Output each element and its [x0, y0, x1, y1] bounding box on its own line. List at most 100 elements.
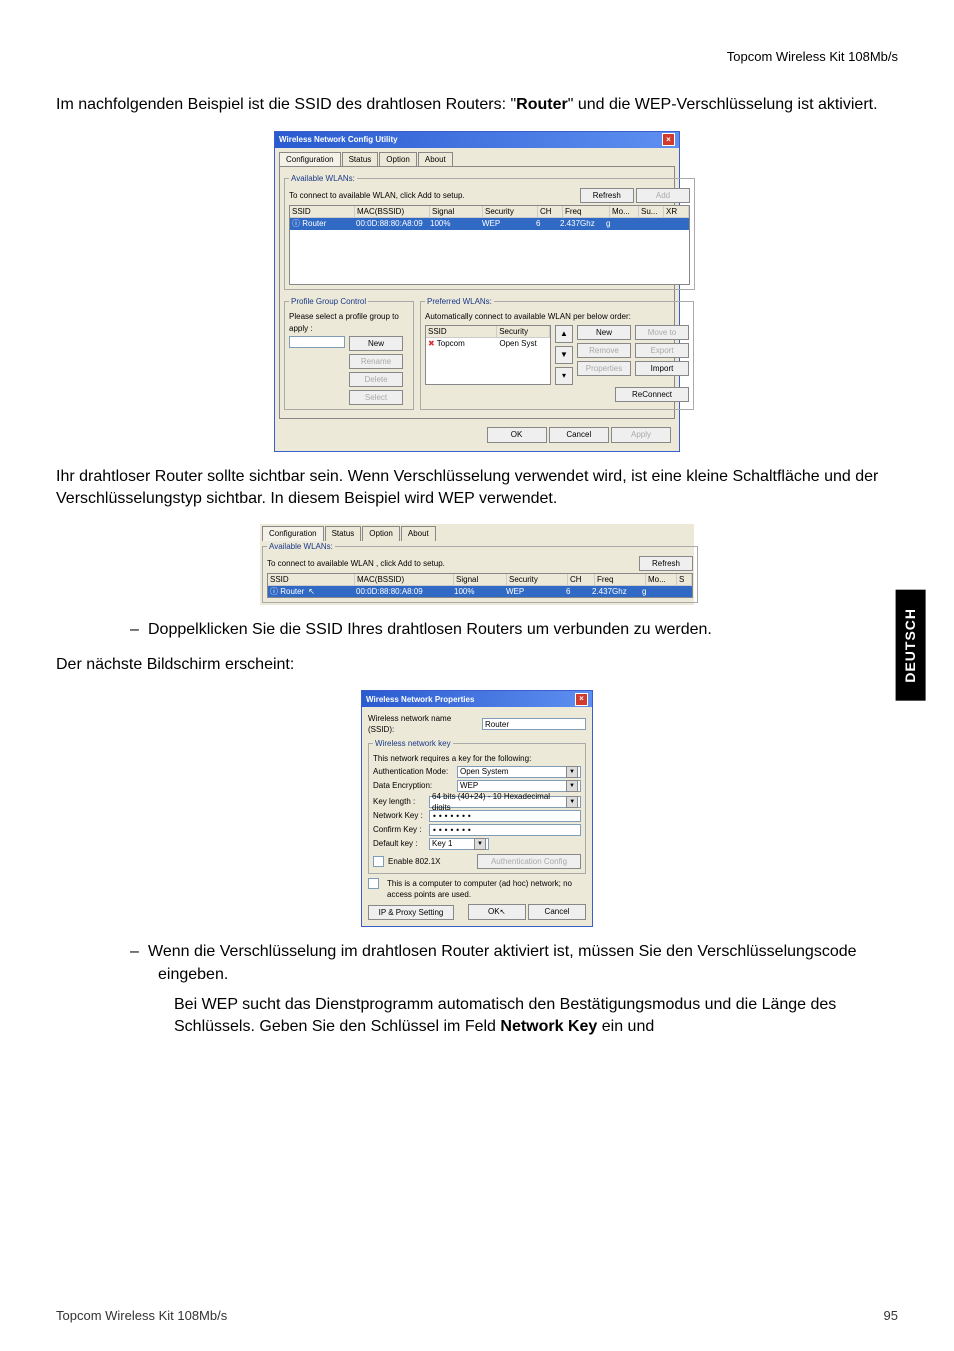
ssid-label: Wireless network name (SSID): [368, 713, 478, 735]
refresh-button[interactable]: Refresh [580, 188, 634, 203]
netkey-label: Network Key : [373, 810, 425, 821]
confirm-key-input[interactable]: ••••••• [429, 824, 581, 836]
profile-select-button[interactable]: Select [349, 390, 403, 405]
tab-configuration[interactable]: Configuration [279, 152, 341, 166]
page-footer: Topcom Wireless Kit 108Mb/s 95 [56, 1307, 898, 1325]
fig2-refresh-button[interactable]: Refresh [639, 556, 693, 571]
profile-new-button[interactable]: New [349, 336, 403, 351]
page-product-header: Topcom Wireless Kit 108Mb/s [56, 48, 898, 66]
row-ch: 6 [534, 218, 558, 229]
tab-option[interactable]: Option [379, 152, 417, 166]
props-close-icon[interactable]: × [575, 693, 588, 706]
tab-about[interactable]: About [418, 152, 453, 166]
reconnect-button[interactable]: ReConnect [615, 387, 689, 402]
apply-button[interactable]: Apply [611, 427, 671, 442]
props-titlebar[interactable]: Wireless Network Properties × [362, 691, 592, 707]
tab-status[interactable]: Status [342, 152, 379, 166]
available-hint: To connect to available WLAN, click Add … [289, 190, 465, 201]
row-xr [656, 218, 680, 229]
p1-post: " und die WEP-Verschlüsselung ist aktivi… [568, 96, 878, 113]
preferred-wlans-list[interactable]: SSID Security ✖ Topcom Open Syst [425, 325, 551, 385]
pref-col-security[interactable]: Security [497, 326, 550, 337]
profile-rename-button[interactable]: Rename [349, 354, 403, 369]
move-last-button[interactable]: ▾ [555, 367, 573, 385]
p1-bold: Router [516, 96, 568, 113]
props-cancel-button[interactable]: Cancel [528, 904, 586, 919]
available-wlans-list[interactable]: SSID MAC(BSSID) Signal Security CH Freq … [289, 205, 690, 285]
keylen-select[interactable]: 64 bits (40+24) - 10 Hexadecimal digits▼ [429, 796, 581, 808]
fig2-tab-configuration[interactable]: Configuration [262, 526, 324, 540]
preferred-list-row[interactable]: ✖ Topcom Open Syst [426, 338, 550, 349]
col-ch[interactable]: CH [538, 206, 563, 217]
network-properties-dialog: Wireless Network Properties × Wireless n… [361, 690, 593, 927]
col-xr[interactable]: XR [664, 206, 689, 217]
pref-col-ssid[interactable]: SSID [426, 326, 497, 337]
auth-select[interactable]: Open System▼ [457, 766, 581, 778]
ip-proxy-button[interactable]: IP & Proxy Setting [368, 905, 454, 920]
auth-config-button[interactable]: Authentication Config [477, 854, 581, 869]
chevron-down-icon: ▼ [566, 796, 578, 808]
figure-config-utility: Wireless Network Config Utility × Config… [56, 131, 898, 452]
move-up-button[interactable]: ▲ [555, 325, 573, 343]
adhoc-row[interactable]: This is a computer to computer (ad hoc) … [368, 878, 586, 900]
ok-button[interactable]: OK [487, 427, 547, 442]
fig2-tab-about[interactable]: About [401, 526, 436, 540]
enable-8021x-checkbox[interactable]: Enable 802.1X [373, 856, 441, 867]
f2-col-signal[interactable]: Signal [454, 574, 507, 585]
f2-col-security[interactable]: Security [507, 574, 568, 585]
adhoc-checkbox[interactable] [368, 878, 379, 889]
network-key-input[interactable]: ••••••• [429, 810, 581, 822]
fig2-list[interactable]: SSID MAC(BSSID) Signal Security CH Freq … [267, 573, 693, 598]
fig2-list-row[interactable]: ⓘ Router↖ 00:0D:88:80:A8:09 100% WEP 6 2… [268, 586, 692, 597]
col-security[interactable]: Security [483, 206, 538, 217]
cursor-icon: ↖ [308, 587, 315, 596]
pref-export-button[interactable]: Export [635, 343, 689, 358]
config-utility-titlebar[interactable]: Wireless Network Config Utility × [275, 132, 679, 148]
col-signal[interactable]: Signal [430, 206, 483, 217]
f2-col-mac[interactable]: MAC(BSSID) [355, 574, 454, 585]
pref-import-button[interactable]: Import [635, 361, 689, 376]
adhoc-label: This is a computer to computer (ad hoc) … [387, 878, 586, 900]
col-mode[interactable]: Mo... [610, 206, 639, 217]
footer-page-number: 95 [884, 1307, 898, 1325]
row-signal: 100% [428, 218, 480, 229]
fig2-available-group: Available WLANs: To connect to available… [262, 541, 698, 604]
config-panel: Available WLANs: To connect to available… [279, 166, 675, 420]
cancel-button[interactable]: Cancel [549, 427, 609, 442]
profile-delete-button[interactable]: Delete [349, 372, 403, 387]
pref-row-security: Open Syst [497, 338, 550, 349]
available-list-header: SSID MAC(BSSID) Signal Security CH Freq … [290, 206, 689, 218]
profile-group-input[interactable] [289, 336, 345, 348]
props-panel: Wireless network name (SSID): Router Wir… [362, 707, 592, 926]
move-down-button[interactable]: ▼ [555, 346, 573, 364]
paragraph-2: Ihr drahtloser Router sollte sichtbar se… [56, 466, 898, 511]
col-freq[interactable]: Freq [563, 206, 610, 217]
chevron-down-icon: ▼ [566, 766, 578, 778]
col-mac[interactable]: MAC(BSSID) [355, 206, 430, 217]
f2-col-freq[interactable]: Freq [595, 574, 646, 585]
pref-moveto-button[interactable]: Move to [635, 325, 689, 340]
pref-properties-button[interactable]: Properties [577, 361, 631, 376]
defkey-select[interactable]: Key 1▼ [429, 838, 489, 850]
fig2-tabs: Configuration Status Option About [262, 526, 692, 540]
pref-new-button[interactable]: New [577, 325, 631, 340]
available-list-row[interactable]: ⓘ Router 00:0D:88:80:A8:09 100% WEP 6 2.… [290, 218, 689, 229]
preferred-legend: Preferred WLANs: [425, 296, 494, 307]
props-ok-button[interactable]: OK↖ [468, 904, 526, 920]
f2-col-ssid[interactable]: SSID [268, 574, 355, 585]
f2-col-mode[interactable]: Mo... [646, 574, 677, 585]
f2-col-ch[interactable]: CH [568, 574, 595, 585]
f2-row-ssid: ⓘ Router↖ [268, 586, 354, 597]
ssid-input[interactable]: Router [482, 718, 586, 730]
row-mac: 00:0D:88:80:A8:09 [354, 218, 428, 229]
f2-col-s[interactable]: S [677, 574, 692, 585]
col-su[interactable]: Su... [639, 206, 664, 217]
fig2-tab-option[interactable]: Option [362, 526, 400, 540]
col-ssid[interactable]: SSID [290, 206, 355, 217]
config-utility-title: Wireless Network Config Utility [279, 134, 398, 145]
close-icon[interactable]: × [662, 133, 675, 146]
pref-remove-button[interactable]: Remove [577, 343, 631, 358]
f2-row-security: WEP [504, 586, 564, 597]
fig2-tab-status[interactable]: Status [325, 526, 362, 540]
add-button[interactable]: Add [636, 188, 690, 203]
